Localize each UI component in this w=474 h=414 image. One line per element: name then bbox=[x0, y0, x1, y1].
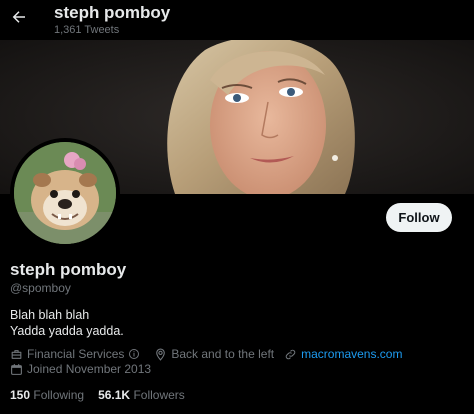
profile-avatar[interactable] bbox=[10, 138, 120, 248]
bulldog-avatar-image bbox=[14, 142, 116, 244]
joined-item: Joined November 2013 bbox=[10, 362, 151, 376]
profile-handle: @spomboy bbox=[10, 281, 71, 295]
info-icon[interactable] bbox=[128, 348, 140, 360]
bio-line-2: Yadda yadda yadda. bbox=[10, 324, 124, 338]
followers-label: Followers bbox=[133, 388, 185, 402]
header-name: steph pomboy bbox=[54, 3, 171, 22]
following-count: 150 bbox=[10, 388, 31, 402]
followers-link[interactable]: 56.1K Followers bbox=[98, 388, 185, 402]
location-text: Back and to the left bbox=[171, 347, 275, 361]
link-icon bbox=[285, 349, 296, 359]
location-pin-icon bbox=[156, 348, 166, 361]
following-label: Following bbox=[33, 388, 85, 402]
top-bar: steph pomboy 1,361 Tweets bbox=[0, 0, 474, 40]
category-item: Financial Services bbox=[10, 347, 144, 361]
calendar-icon bbox=[11, 363, 22, 375]
follow-stats: 150 Following 56.1K Followers bbox=[10, 388, 199, 402]
profile-joined-row: Joined November 2013 bbox=[10, 362, 161, 376]
bio-line-1: Blah blah blah bbox=[10, 308, 90, 322]
back-arrow-icon bbox=[12, 11, 25, 23]
followers-count: 56.1K bbox=[98, 388, 131, 402]
back-button[interactable] bbox=[8, 6, 30, 28]
header-tweet-count: 1,361 Tweets bbox=[54, 24, 120, 36]
location-item: Back and to the left bbox=[154, 347, 274, 361]
profile-display-name: steph pomboy bbox=[10, 260, 127, 279]
website-item: macromavens.com bbox=[284, 347, 402, 361]
website-link[interactable]: macromavens.com bbox=[301, 347, 402, 361]
briefcase-icon bbox=[11, 349, 22, 359]
profile-meta-row: Financial Services Back and to the left … bbox=[10, 347, 412, 361]
follow-button[interactable]: Follow bbox=[386, 203, 452, 232]
category-text: Financial Services bbox=[27, 347, 125, 361]
joined-text: Joined November 2013 bbox=[27, 362, 152, 376]
following-link[interactable]: 150 Following bbox=[10, 388, 84, 402]
